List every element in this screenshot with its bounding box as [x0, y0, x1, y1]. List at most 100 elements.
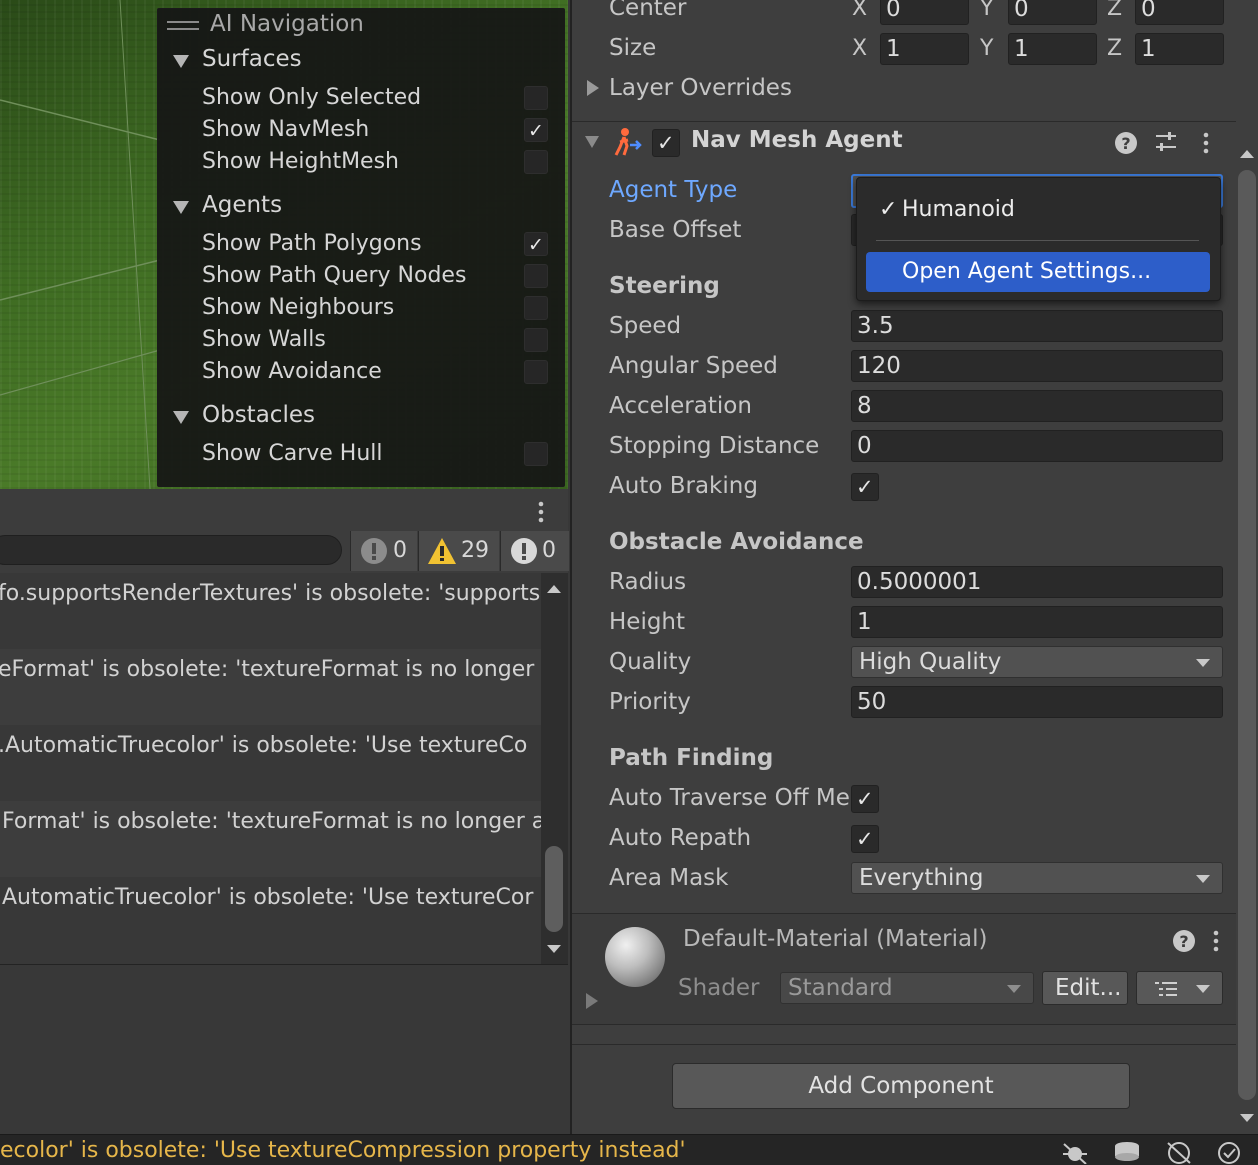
auto-traverse-label: Auto Traverse Off Me [609, 785, 849, 811]
console-search-input[interactable] [0, 535, 342, 565]
message-count: 0 [542, 538, 556, 563]
add-component-button[interactable]: Add Component [672, 1063, 1130, 1109]
network-off-icon[interactable] [1164, 1140, 1194, 1164]
console-row[interactable]: AutomaticTruecolor' is obsolete: 'Use te… [0, 877, 541, 964]
scroll-down-icon[interactable] [547, 945, 561, 953]
component-menu-icon[interactable] [1200, 131, 1212, 155]
axis-x-label: X [852, 36, 868, 61]
status-message[interactable]: ecolor' is obsolete: 'Use textureCompres… [0, 1138, 686, 1163]
ai-navigation-overlay: AI Navigation Surfaces Show Only Selecte… [157, 8, 565, 487]
show-path-polygons-checkbox[interactable]: ✓ [524, 232, 548, 256]
agents-foldout-icon[interactable] [173, 201, 189, 214]
acceleration-field[interactable]: 8 [851, 390, 1223, 422]
error-count-toggle[interactable]: 0 [350, 531, 417, 571]
console-tab-bar [0, 489, 568, 530]
size-x-field[interactable]: 1 [880, 33, 969, 65]
show-avoidance-checkbox[interactable] [524, 360, 548, 384]
console-row[interactable]: Format' is obsolete: 'textureFormat is n… [0, 801, 541, 877]
cache-server-icon[interactable] [1112, 1140, 1142, 1164]
warning-count-toggle[interactable]: 29 [418, 531, 499, 571]
area-mask-dropdown[interactable]: Everything [851, 862, 1223, 894]
size-label: Size [609, 35, 657, 61]
message-count-toggle[interactable]: 0 [500, 531, 569, 571]
divider [572, 1044, 1236, 1045]
show-navmesh-checkbox[interactable]: ✓ [524, 118, 548, 142]
show-path-query-nodes-checkbox[interactable] [524, 264, 548, 288]
popup-item-humanoid[interactable]: Humanoid [902, 197, 1015, 222]
shader-options-button[interactable] [1136, 971, 1223, 1005]
scroll-up-icon[interactable] [1240, 150, 1254, 158]
component-title: Nav Mesh Agent [691, 127, 903, 153]
angular-speed-field[interactable]: 120 [851, 350, 1223, 382]
layer-overrides-foldout-icon[interactable] [587, 80, 599, 96]
material-menu-icon[interactable] [1210, 929, 1222, 953]
auto-repath-checkbox[interactable]: ✓ [851, 825, 879, 853]
chevron-down-icon [1196, 985, 1210, 993]
radius-field[interactable]: 0.5000001 [851, 566, 1223, 598]
material-preview-sphere [605, 927, 665, 987]
center-label: Center [609, 0, 687, 21]
scene-view[interactable]: AI Navigation Surfaces Show Only Selecte… [0, 0, 568, 489]
show-heightmesh-checkbox[interactable] [524, 150, 548, 174]
warning-icon [428, 538, 456, 564]
console-row[interactable]: .AutomaticTruecolor' is obsolete: 'Use t… [0, 725, 541, 801]
size-z-field[interactable]: 1 [1135, 33, 1224, 65]
material-name: Default-Material (Material) [683, 926, 988, 952]
open-agent-settings-label: Open Agent Settings... [902, 259, 1152, 284]
checkmark-icon: ✓ [856, 827, 874, 851]
material-foldout-icon[interactable] [586, 993, 598, 1009]
scroll-up-icon[interactable] [547, 585, 561, 593]
axis-z-label: Z [1107, 36, 1123, 61]
height-field[interactable]: 1 [851, 606, 1223, 638]
component-enabled-checkbox[interactable]: ✓ [652, 129, 680, 157]
show-only-selected-checkbox[interactable] [524, 86, 548, 110]
popup-checkmark-icon: ✓ [879, 197, 898, 222]
help-icon[interactable]: ? [1172, 929, 1196, 953]
auto-braking-checkbox[interactable]: ✓ [851, 473, 879, 501]
scroll-down-icon[interactable] [1240, 1114, 1254, 1122]
priority-field[interactable]: 50 [851, 686, 1223, 718]
center-x-field[interactable]: 0 [880, 0, 969, 25]
show-neighbours-label: Show Neighbours [202, 295, 395, 320]
agent-type-label: Agent Type [609, 177, 738, 203]
edit-shader-button[interactable]: Edit... [1042, 971, 1128, 1005]
size-y-field[interactable]: 1 [1008, 33, 1097, 65]
auto-traverse-checkbox[interactable]: ✓ [851, 785, 879, 813]
console-row[interactable]: fo.supportsRenderTextures' is obsolete: … [0, 573, 541, 649]
drag-handle-icon[interactable] [167, 19, 199, 33]
speed-field[interactable]: 3.5 [851, 310, 1223, 342]
show-heightmesh-label: Show HeightMesh [202, 149, 400, 174]
preset-settings-icon[interactable] [1154, 130, 1178, 154]
obstacles-header[interactable]: Obstacles [202, 402, 315, 428]
inspector-scroll-thumb[interactable] [1238, 170, 1256, 1100]
checkmark-icon: ✓ [856, 787, 874, 811]
stopping-distance-field[interactable]: 0 [851, 430, 1223, 462]
show-walls-label: Show Walls [202, 327, 326, 352]
debug-icon[interactable] [1060, 1140, 1090, 1164]
show-walls-checkbox[interactable] [524, 328, 548, 352]
acceleration-label: Acceleration [609, 393, 752, 419]
priority-label: Priority [609, 689, 691, 715]
surfaces-header[interactable]: Surfaces [202, 46, 302, 72]
center-y-field[interactable]: 0 [1008, 0, 1097, 25]
status-ok-icon[interactable] [1214, 1140, 1244, 1164]
shader-dropdown[interactable]: Standard [780, 972, 1034, 1004]
component-foldout-icon[interactable] [585, 136, 599, 148]
surfaces-foldout-icon[interactable] [173, 55, 189, 68]
checkmark-icon: ✓ [856, 475, 874, 499]
console-scroll-thumb[interactable] [545, 846, 563, 932]
help-icon[interactable]: ? [1114, 131, 1138, 155]
agents-header[interactable]: Agents [202, 192, 282, 218]
show-only-selected-label: Show Only Selected [202, 85, 422, 110]
obstacles-foldout-icon[interactable] [173, 411, 189, 424]
console-row[interactable]: eFormat' is obsolete: 'textureFormat is … [0, 649, 541, 725]
axis-y-label: Y [980, 0, 994, 21]
quality-dropdown[interactable]: High Quality [851, 646, 1223, 678]
more-options-icon[interactable] [535, 500, 547, 524]
layer-overrides-label[interactable]: Layer Overrides [609, 75, 792, 101]
show-carve-hull-checkbox[interactable] [524, 442, 548, 466]
warning-count: 29 [461, 538, 489, 563]
checkmark-icon: ✓ [528, 234, 544, 256]
show-neighbours-checkbox[interactable] [524, 296, 548, 320]
center-z-field[interactable]: 0 [1135, 0, 1224, 25]
